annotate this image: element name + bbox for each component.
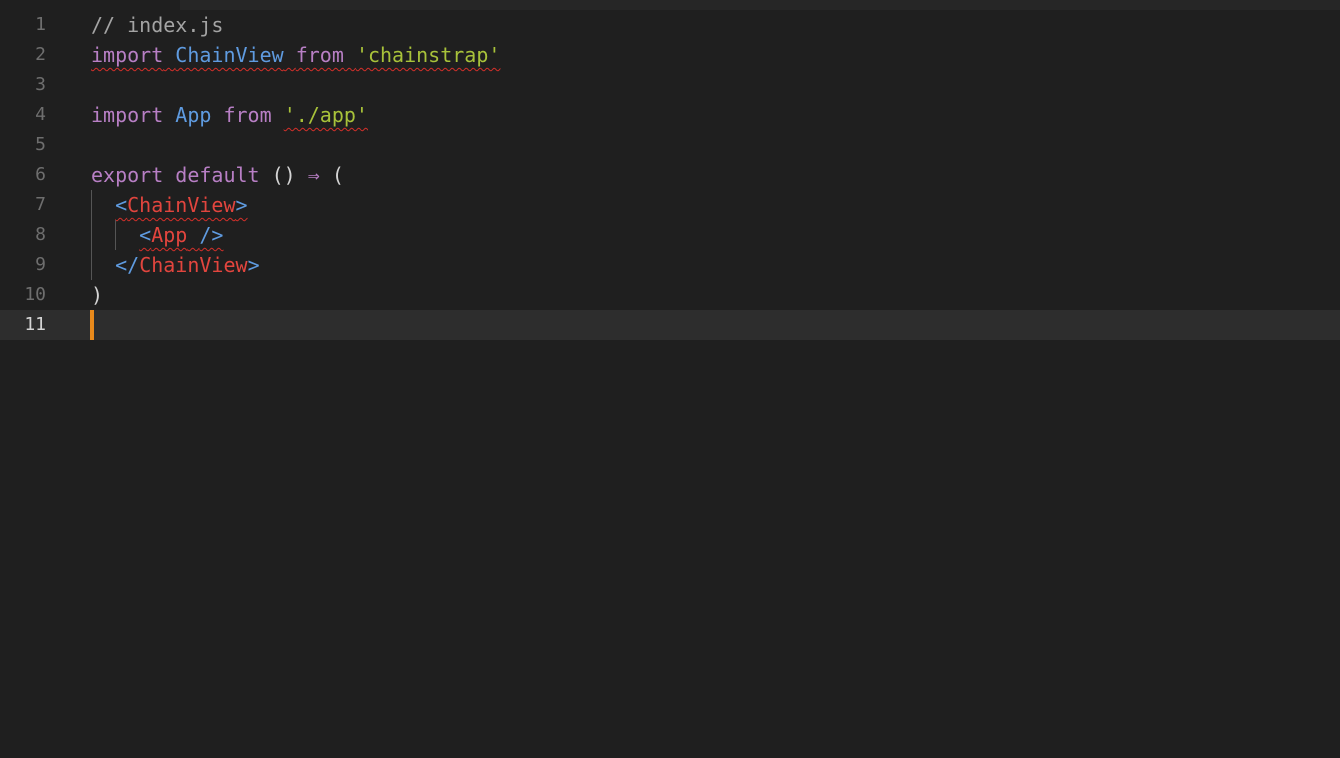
keyword-token: export — [91, 163, 164, 187]
bracket-token: > — [235, 193, 248, 217]
indent-guide — [115, 220, 116, 250]
line-content[interactable]: ) — [91, 280, 103, 310]
text-cursor — [90, 310, 94, 340]
bracket-token: </ — [115, 253, 140, 277]
code-editor[interactable]: 1 // index.js 2 import ChainView from 'c… — [0, 0, 1340, 758]
string-token: './app' — [283, 103, 368, 127]
line-number: 4 — [35, 104, 46, 125]
code-line-3[interactable]: 3 — [0, 70, 1340, 100]
paren-token: () — [271, 163, 296, 187]
code-line-2[interactable]: 2 import ChainView from 'chainstrap' — [0, 40, 1340, 70]
paren-token: ( — [331, 163, 344, 187]
bracket-token: /> — [199, 223, 224, 247]
line-number: 7 — [35, 194, 46, 215]
line-content[interactable]: </ChainView> — [91, 250, 260, 280]
line-number: 8 — [35, 224, 46, 245]
bracket-token: < — [115, 193, 128, 217]
line-content[interactable]: // index.js — [91, 10, 223, 40]
keyword-token: from — [295, 43, 344, 67]
bracket-token: > — [247, 253, 260, 277]
keyword-token: from — [223, 103, 272, 127]
code-line-8[interactable]: 8 <App /> — [0, 220, 1340, 250]
indent-guide — [91, 190, 92, 280]
jsx-tag-token: App — [151, 223, 188, 247]
code-line-9[interactable]: 9 </ChainView> — [0, 250, 1340, 280]
line-content[interactable]: <ChainView> — [91, 190, 248, 220]
line-number: 6 — [35, 164, 46, 185]
code-line-6[interactable]: 6 export default () ⇒ ( — [0, 160, 1340, 190]
indent-token — [91, 253, 115, 277]
identifier-token: ChainView — [175, 43, 284, 67]
line-number: 3 — [35, 74, 46, 95]
line-number: 2 — [35, 44, 46, 65]
line-number: 10 — [24, 284, 46, 305]
keyword-token: import — [91, 43, 164, 67]
line-content[interactable]: import ChainView from 'chainstrap' — [91, 40, 500, 70]
identifier-token: App — [175, 103, 212, 127]
line-number: 1 — [35, 14, 46, 35]
keyword-token: import — [91, 103, 164, 127]
line-number: 5 — [35, 134, 46, 155]
line-content[interactable]: import App from './app' — [91, 100, 368, 130]
jsx-tag-token: ChainView — [139, 253, 248, 277]
code-line-7[interactable]: 7 <ChainView> — [0, 190, 1340, 220]
arrow-token: ⇒ — [307, 163, 320, 187]
indent-token — [91, 193, 115, 217]
code-line-11[interactable]: 11 — [0, 310, 1340, 340]
line-number: 9 — [35, 254, 46, 275]
code-line-5[interactable]: 5 — [0, 130, 1340, 160]
bracket-token: < — [139, 223, 152, 247]
code-line-10[interactable]: 10 ) — [0, 280, 1340, 310]
editor-top-strip — [180, 0, 1340, 10]
jsx-tag-token: ChainView — [127, 193, 236, 217]
keyword-token: default — [175, 163, 260, 187]
line-number: 11 — [24, 314, 46, 335]
code-line-1[interactable]: 1 // index.js — [0, 10, 1340, 40]
code-line-4[interactable]: 4 import App from './app' — [0, 100, 1340, 130]
string-token: 'chainstrap' — [355, 43, 501, 67]
line-content[interactable]: <App /> — [91, 220, 223, 250]
comment-token: // index.js — [91, 13, 224, 37]
line-content[interactable]: export default () ⇒ ( — [91, 160, 344, 190]
paren-token: ) — [91, 283, 104, 307]
